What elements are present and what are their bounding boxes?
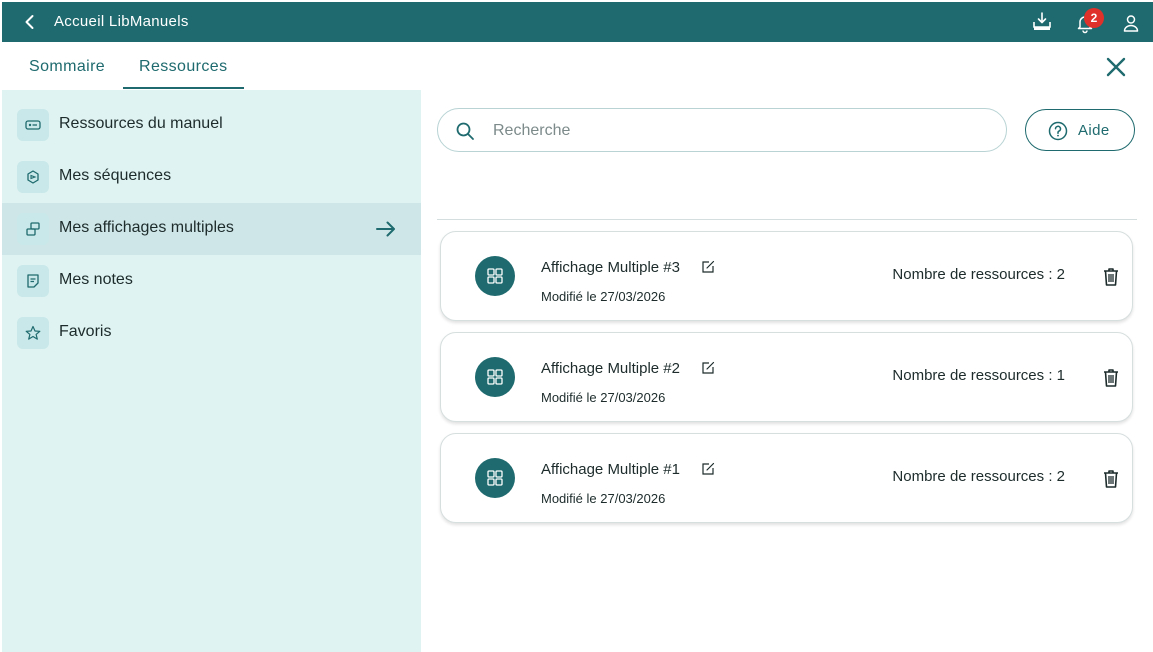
help-label: Aide: [1078, 122, 1110, 139]
active-tab-indicator: [123, 87, 244, 89]
trash-icon[interactable]: [1101, 367, 1121, 389]
resource-count: Nombre de ressources : 1: [892, 367, 1065, 384]
user-icon[interactable]: [1120, 12, 1144, 36]
download-icon[interactable]: [1030, 10, 1054, 34]
sidebar-item-mes-affichages-multiples[interactable]: Mes affichages multiples: [2, 203, 421, 255]
sidebar-item-label: Mes affichages multiples: [59, 219, 234, 236]
trash-icon[interactable]: [1101, 468, 1121, 490]
notification-badge: 2: [1084, 8, 1104, 28]
star-icon: [17, 317, 49, 349]
sidebar-item-label: Ressources du manuel: [59, 115, 223, 132]
top-bar: Accueil LibManuels: [2, 2, 1153, 42]
resource-count: Nombre de ressources : 2: [892, 468, 1065, 485]
multi-display-card[interactable]: Affichage Multiple #3 Modifié le 27/03/2…: [440, 231, 1133, 321]
note-icon: [17, 265, 49, 297]
card-date: Modifié le 27/03/2026: [541, 289, 666, 304]
search-icon: [455, 121, 475, 141]
grid-icon: [475, 357, 515, 397]
arrow-right-icon: [375, 219, 397, 239]
card-title: Affichage Multiple #2: [541, 360, 680, 377]
search-bar: [437, 108, 1007, 152]
card-date: Modifié le 27/03/2026: [541, 491, 666, 506]
divider: [437, 219, 1137, 220]
sidebar-item-label: Mes notes: [59, 271, 133, 288]
close-icon[interactable]: [1104, 55, 1128, 79]
sidebar-item-mes-sequences[interactable]: Mes séquences: [2, 151, 421, 203]
edit-icon[interactable]: [700, 259, 716, 275]
edit-icon[interactable]: [700, 461, 716, 477]
resource-icon: [17, 109, 49, 141]
tab-bar: Sommaire Ressources: [0, 42, 1153, 90]
sidebar-item-ressources-du-manuel[interactable]: Ressources du manuel: [2, 99, 421, 151]
tab-sommaire[interactable]: Sommaire: [29, 58, 105, 76]
multi-display-card[interactable]: Affichage Multiple #1 Modifié le 27/03/2…: [440, 433, 1133, 523]
edit-icon[interactable]: [700, 360, 716, 376]
sidebar-item-favoris[interactable]: Favoris: [2, 307, 421, 359]
sidebar-item-mes-notes[interactable]: Mes notes: [2, 255, 421, 307]
sidebar-item-label: Favoris: [59, 323, 112, 340]
sequence-icon: [17, 161, 49, 193]
help-icon: [1048, 121, 1068, 141]
card-date: Modifié le 27/03/2026: [541, 390, 666, 405]
sidebar-item-label: Mes séquences: [59, 167, 172, 184]
grid-icon: [475, 458, 515, 498]
tab-ressources[interactable]: Ressources: [139, 58, 227, 76]
search-input[interactable]: [493, 119, 983, 143]
multi-display-card[interactable]: Affichage Multiple #2 Modifié le 27/03/2…: [440, 332, 1133, 422]
help-button[interactable]: Aide: [1025, 109, 1135, 151]
multi-display-icon: [17, 213, 49, 245]
card-title: Affichage Multiple #3: [541, 259, 680, 276]
sidebar: Ressources du manuel Mes séquences Mes a…: [2, 90, 421, 652]
resource-count: Nombre de ressources : 2: [892, 266, 1065, 283]
trash-icon[interactable]: [1101, 266, 1121, 288]
card-title: Affichage Multiple #1: [541, 461, 680, 478]
app-title[interactable]: Accueil LibManuels: [54, 13, 189, 30]
grid-icon: [475, 256, 515, 296]
back-icon[interactable]: [20, 12, 40, 32]
